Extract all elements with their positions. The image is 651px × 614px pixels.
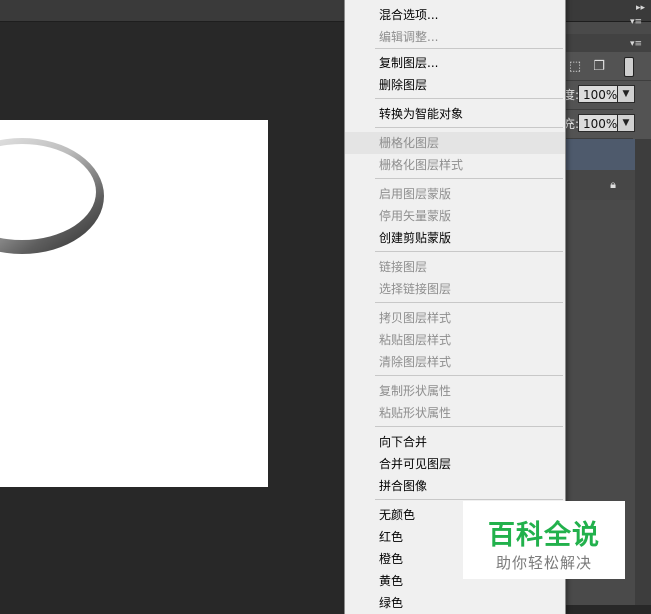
menu-item-rasterize-layer-style[interactable]: 栅格化图层样式	[345, 154, 565, 176]
menu-item-select-linked-layers[interactable]: 选择链接图层	[345, 278, 565, 300]
chevron-down-icon[interactable]: ▼	[617, 114, 635, 132]
watermark-subtitle: 助你轻松解决	[495, 554, 592, 572]
menu-item-merge-down[interactable]: 向下合并	[345, 431, 565, 453]
menu-item-delete-layer[interactable]: 删除图层	[345, 74, 565, 96]
menu-item-link-layers[interactable]: 链接图层	[345, 256, 565, 278]
panel-menu-icon[interactable]: ▾≡	[630, 39, 642, 49]
menu-separator	[375, 98, 563, 99]
ring-shape[interactable]	[0, 137, 110, 277]
menu-separator	[375, 302, 563, 303]
watermark: 百科全说 助你轻松解决	[463, 501, 625, 579]
menu-item-convert-smart-object[interactable]: 转换为智能对象	[345, 103, 565, 125]
smart-object-icon[interactable]: ❐	[592, 60, 606, 74]
menu-item-copy-layer-style[interactable]: 拷贝图层样式	[345, 307, 565, 329]
menu-item-copy-shape-attributes[interactable]: 复制形状属性	[345, 380, 565, 402]
menu-item-rasterize-layer[interactable]: 栅格化图层	[345, 132, 565, 154]
menu-item-paste-shape-attributes[interactable]: 粘贴形状属性	[345, 402, 565, 424]
menu-separator	[375, 251, 563, 252]
chevron-down-icon[interactable]: ▼	[617, 85, 635, 103]
menu-item-flatten-image[interactable]: 拼合图像	[345, 475, 565, 497]
layer-row-selected[interactable]	[563, 139, 635, 170]
menu-separator	[375, 426, 563, 427]
menu-item-duplicate-layer[interactable]: 复制图层...	[345, 52, 565, 74]
menu-item-clear-layer-style[interactable]: 清除图层样式	[345, 351, 565, 373]
menu-item-enable-layer-mask[interactable]: 启用图层蒙版	[345, 183, 565, 205]
menu-separator	[375, 178, 563, 179]
menu-separator	[375, 499, 563, 500]
menu-separator	[375, 48, 563, 49]
menu-item-color-green[interactable]: 绿色	[345, 592, 565, 614]
menu-item-blending-options[interactable]: 混合选项...	[345, 4, 565, 26]
layer-row-background[interactable]	[563, 170, 635, 201]
transform-icon[interactable]: ⬚	[568, 60, 582, 74]
menu-item-disable-vector-mask[interactable]: 停用矢量蒙版	[345, 205, 565, 227]
double-chevron-right-icon[interactable]: ▸▸	[636, 3, 645, 13]
menu-item-merge-visible[interactable]: 合并可见图层	[345, 453, 565, 475]
menu-item-paste-layer-style[interactable]: 粘贴图层样式	[345, 329, 565, 351]
layers-scrollbar[interactable]	[635, 139, 651, 605]
lock-icon: 🔒︎	[610, 178, 616, 191]
filter-toggle[interactable]	[624, 57, 634, 77]
watermark-title: 百科全说	[488, 520, 600, 551]
menu-separator	[375, 375, 563, 376]
menu-item-create-clipping-mask[interactable]: 创建剪贴蒙版	[345, 227, 565, 249]
menu-item-edit-adjustment[interactable]: 编辑调整...	[345, 26, 565, 48]
panel-menu-icon[interactable]: ▾≡	[630, 17, 642, 27]
menu-separator	[375, 127, 563, 128]
